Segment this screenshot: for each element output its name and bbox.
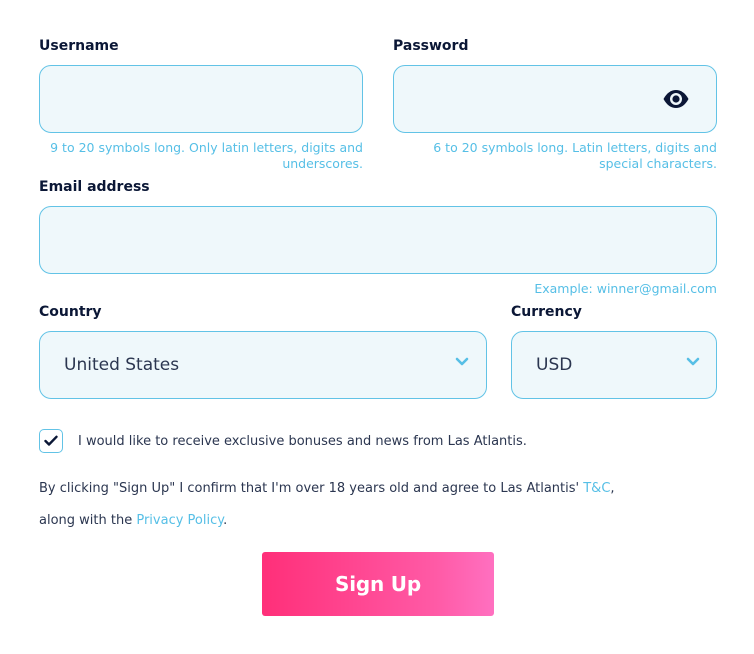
currency-select[interactable]: USD: [511, 331, 717, 399]
username-hint-line2: underscores.: [282, 156, 363, 171]
currency-selected-value: USD: [536, 355, 573, 375]
email-input[interactable]: [40, 207, 716, 273]
newsletter-label: I would like to receive exclusive bonuse…: [78, 434, 527, 449]
country-selected-value: United States: [64, 355, 180, 375]
terms-link[interactable]: T&C: [583, 481, 610, 496]
username-label: Username: [39, 38, 119, 54]
currency-label: Currency: [511, 304, 582, 320]
privacy-policy-link[interactable]: Privacy Policy: [136, 513, 223, 528]
username-hint: 9 to 20 symbols long. Only latin letters…: [39, 140, 363, 172]
chevron-down-icon: [455, 357, 469, 366]
username-input[interactable]: [40, 66, 362, 132]
checkmark-icon: [44, 435, 58, 446]
username-field[interactable]: [39, 65, 363, 133]
chevron-down-icon: [686, 357, 700, 366]
password-hint-line1: 6 to 20 symbols long. Latin letters, dig…: [433, 140, 717, 155]
legal-text-part1: By clicking "Sign Up" I confirm that I'm…: [39, 481, 584, 496]
legal-text-part3: .: [223, 513, 228, 528]
username-hint-line1: 9 to 20 symbols long. Only latin letters…: [50, 140, 363, 155]
sign-up-button[interactable]: Sign Up: [262, 552, 494, 616]
password-field[interactable]: [393, 65, 717, 133]
email-label: Email address: [39, 179, 150, 195]
password-hint-line2: special characters.: [599, 156, 717, 171]
email-hint: Example: winner@gmail.com: [534, 281, 717, 296]
newsletter-checkbox[interactable]: [39, 429, 63, 453]
email-field[interactable]: [39, 206, 717, 274]
password-label: Password: [393, 38, 469, 54]
country-select[interactable]: United States: [39, 331, 487, 399]
country-label: Country: [39, 304, 102, 320]
eye-icon[interactable]: [662, 89, 690, 109]
legal-text: By clicking "Sign Up" I confirm that I'm…: [39, 473, 649, 537]
password-hint: 6 to 20 symbols long. Latin letters, dig…: [393, 140, 717, 172]
